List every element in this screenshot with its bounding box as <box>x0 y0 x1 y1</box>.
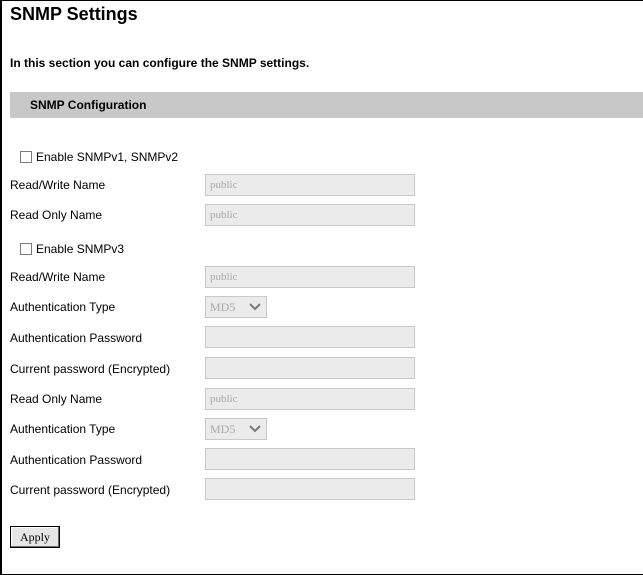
v3-rw-current-password-label: Current password (Encrypted) <box>10 362 171 376</box>
enable-snmpv1v2-checkbox[interactable] <box>20 151 32 163</box>
v3-ro-name-input[interactable]: public <box>205 388 415 410</box>
v3-ro-current-password-input[interactable] <box>205 478 415 500</box>
v3-ro-auth-type-label: Authentication Type <box>10 422 116 436</box>
v3-ro-current-password-label: Current password (Encrypted) <box>10 483 171 497</box>
section-title: SNMP Configuration <box>30 98 147 112</box>
v3-rw-name-input[interactable]: public <box>205 266 415 288</box>
page-intro: In this section you can configure the SN… <box>10 56 310 70</box>
v3-rw-current-password-input[interactable] <box>205 357 415 379</box>
apply-button[interactable]: Apply <box>10 526 60 548</box>
v3-ro-name-label: Read Only Name <box>10 392 103 406</box>
enable-snmpv1v2-row[interactable]: Enable SNMPv1, SNMPv2 <box>10 145 178 169</box>
v3-rw-auth-type-select[interactable]: MD5 <box>205 296 267 318</box>
enable-snmpv3-checkbox[interactable] <box>20 243 32 255</box>
v3-ro-auth-password-input[interactable] <box>205 448 415 470</box>
enable-snmpv1v2-label: Enable SNMPv1, SNMPv2 <box>36 150 179 164</box>
v3-ro-auth-type-select[interactable]: MD5 <box>205 418 267 440</box>
section-header: SNMP Configuration <box>10 92 643 118</box>
v3-rw-auth-type-value: MD5 <box>210 300 236 314</box>
page-title: SNMP Settings <box>10 4 138 24</box>
v3-rw-auth-type-label: Authentication Type <box>10 300 116 314</box>
chevron-down-icon <box>249 303 261 311</box>
v1v2-rw-name-label: Read/Write Name <box>10 178 106 192</box>
chevron-down-icon <box>249 425 261 433</box>
v1v2-ro-name-input[interactable]: public <box>205 204 415 226</box>
enable-snmpv3-row[interactable]: Enable SNMPv3 <box>10 237 124 261</box>
v3-ro-auth-type-value: MD5 <box>210 422 236 436</box>
v1v2-ro-name-label: Read Only Name <box>10 208 103 222</box>
v1v2-rw-name-input[interactable]: public <box>205 174 415 196</box>
v3-rw-auth-password-input[interactable] <box>205 326 415 348</box>
v3-rw-name-label: Read/Write Name <box>10 270 106 284</box>
v3-ro-auth-password-label: Authentication Password <box>10 453 143 467</box>
enable-snmpv3-label: Enable SNMPv3 <box>36 242 125 256</box>
v3-rw-auth-password-label: Authentication Password <box>10 331 143 345</box>
